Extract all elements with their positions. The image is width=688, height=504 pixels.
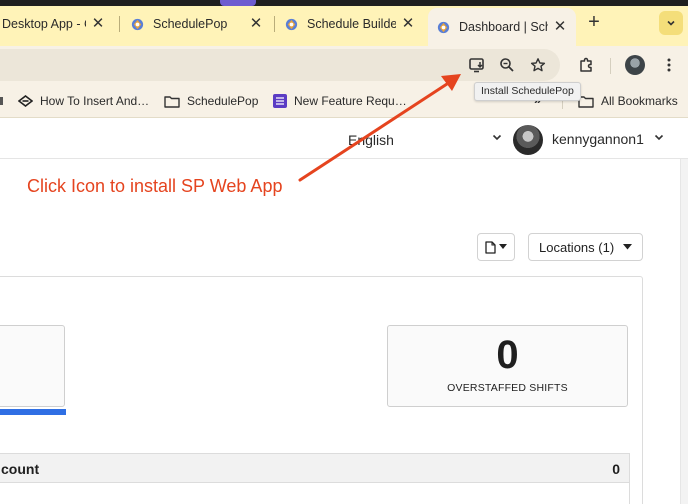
- document-icon: [485, 240, 496, 254]
- overstaffed-shifts-card: 0 OVERSTAFFED SHIFTS: [387, 325, 628, 407]
- all-bookmarks-button[interactable]: All Bookmarks: [578, 93, 678, 109]
- caret-down-icon: [623, 244, 632, 250]
- username[interactable]: kennygannon1: [552, 131, 644, 147]
- browser-toolbar: [0, 46, 688, 84]
- schedulepop-favicon-icon: [285, 18, 298, 30]
- extensions-button[interactable]: [575, 54, 597, 76]
- zoom-out-icon: [500, 58, 514, 72]
- table-header-row: count 0: [0, 453, 630, 483]
- tab-close-icon[interactable]: ✕: [90, 16, 106, 32]
- bookmark-favicon-fragment: [0, 94, 4, 108]
- tab-schedulepop[interactable]: SchedulePop ✕: [122, 10, 272, 38]
- star-icon: [530, 58, 546, 72]
- export-dropdown-button[interactable]: [477, 233, 515, 261]
- tab-title: SchedulePop: [153, 17, 228, 31]
- tab-title: Desktop App - C: [2, 17, 86, 31]
- locations-label: Locations (1): [539, 239, 615, 255]
- tab-separator: [274, 16, 275, 32]
- new-tab-button[interactable]: +: [584, 12, 604, 33]
- puzzle-icon: [579, 57, 592, 72]
- window-top-bar: [0, 0, 688, 6]
- table-row: [0, 483, 630, 504]
- install-app-button[interactable]: [466, 54, 488, 76]
- tab-dashboard[interactable]: Dashboard | Sch ✕: [428, 8, 576, 46]
- bookmark-new-feature-request[interactable]: New Feature Requ…: [273, 93, 407, 109]
- chevron-down-icon: [667, 20, 675, 26]
- kebab-menu-icon: [667, 58, 671, 72]
- user-avatar[interactable]: [513, 125, 543, 155]
- count-label: count: [1, 461, 40, 477]
- tab-search-button[interactable]: [659, 11, 683, 35]
- progress-bar: [0, 409, 66, 415]
- tab-strip: Desktop App - C ✕ SchedulePop ✕ Schedule…: [0, 0, 688, 46]
- stat-card: [0, 325, 66, 415]
- tab-title: Schedule Builde: [307, 17, 396, 31]
- install-app-icon: [469, 58, 484, 73]
- bookmark-how-to-insert[interactable]: How To Insert And…: [18, 93, 149, 109]
- chevron-down-icon[interactable]: [491, 131, 503, 146]
- bookmark-label: SchedulePop: [187, 94, 259, 108]
- app-top-nav: English kennygannon1: [0, 119, 688, 159]
- browser-menu-button[interactable]: [658, 54, 680, 76]
- install-tooltip: Install SchedulePop: [474, 82, 581, 101]
- tab-title: Dashboard | Sch: [459, 20, 548, 34]
- locations-dropdown[interactable]: Locations (1): [528, 233, 643, 261]
- chevron-down-icon[interactable]: [653, 131, 665, 146]
- codepen-icon: [18, 95, 33, 107]
- bookmark-label: New Feature Requ…: [294, 94, 407, 108]
- bookmark-label: How To Insert And…: [40, 94, 150, 108]
- page-scrollbar[interactable]: [680, 159, 688, 504]
- caret-down-icon: [499, 244, 507, 249]
- tab-close-icon[interactable]: ✕: [552, 19, 568, 35]
- toolbar-divider: [610, 58, 611, 74]
- tab-schedule-builder[interactable]: Schedule Builde ✕: [276, 10, 424, 38]
- schedulepop-favicon-icon: [437, 21, 450, 33]
- zoom-button[interactable]: [496, 54, 518, 76]
- bookmark-folder-schedulepop[interactable]: SchedulePop: [164, 93, 258, 109]
- window-grabber[interactable]: [220, 0, 256, 6]
- schedulepop-favicon-icon: [131, 18, 144, 30]
- bookmarks-bar: How To Insert And… SchedulePop New Featu…: [0, 84, 688, 118]
- count-value: 0: [612, 461, 620, 477]
- web-page: English kennygannon1 Click Icon to insta…: [0, 119, 688, 504]
- tab-desktop-app[interactable]: Desktop App - C ✕: [0, 10, 114, 38]
- bookmark-star-button[interactable]: [527, 54, 549, 76]
- profile-avatar[interactable]: [625, 55, 645, 75]
- language-selector[interactable]: English: [348, 132, 394, 148]
- tab-close-icon[interactable]: ✕: [248, 16, 264, 32]
- form-icon: [273, 94, 287, 108]
- stat-label: OVERSTAFFED SHIFTS: [447, 382, 568, 394]
- stat-value: 0: [496, 333, 519, 377]
- folder-icon: [164, 95, 180, 108]
- tab-close-icon[interactable]: ✕: [400, 16, 416, 32]
- all-bookmarks-label: All Bookmarks: [601, 94, 678, 108]
- tab-separator: [119, 16, 120, 32]
- bookmark-item[interactable]: [0, 93, 11, 109]
- annotation-text: Click Icon to install SP Web App: [27, 176, 283, 196]
